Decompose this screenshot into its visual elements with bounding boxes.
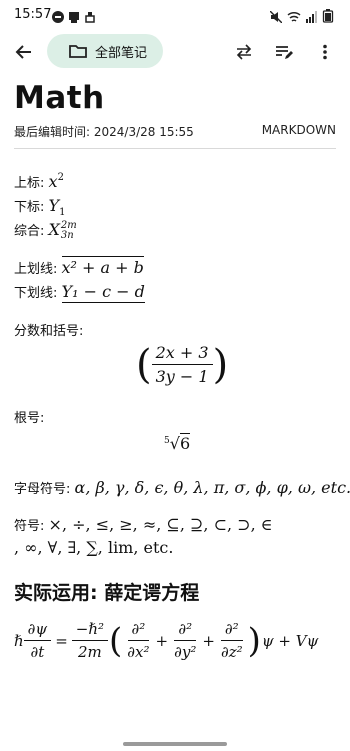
greek-expr: α, β, γ, δ, ϵ, θ, λ, π, σ, ϕ, φ, ω, etc. — [74, 478, 350, 497]
edit-list-icon — [276, 46, 293, 59]
note-title[interactable]: Math — [14, 80, 105, 116]
gesture-bar[interactable] — [123, 742, 227, 746]
overline-label: 上划线: — [14, 262, 58, 277]
section-heading: 实际运用: 薛定谔方程 — [14, 582, 200, 604]
folder-icon — [69, 45, 87, 58]
symbol-expr-1: ×, ÷, ≤, ≥, ≈, ⊆, ⊇, ⊂, ⊃, ∈ — [48, 515, 273, 534]
format-button[interactable] — [266, 34, 302, 70]
greek-line: 字母符号: α, β, γ, δ, ϵ, θ, λ, π, σ, ϕ, φ, ω… — [14, 478, 350, 497]
superscript-label: 上标: — [14, 176, 45, 191]
app-notification-icon — [68, 8, 80, 27]
symbol-line: 符号: ×, ÷, ≤, ≥, ≈, ⊆, ⊇, ⊂, ⊃, ∈ — [14, 515, 273, 534]
overline-line: 上划线: x² + a + b — [14, 256, 144, 277]
symbol-label: 符号: — [14, 519, 45, 534]
divider — [14, 148, 336, 149]
signal-icon — [306, 8, 318, 27]
overline-expr: x² + a + b — [61, 256, 144, 277]
back-button[interactable] — [5, 34, 41, 70]
root-expr: 5√6 — [164, 433, 191, 453]
mute-icon — [269, 8, 283, 27]
swap-icon — [236, 44, 252, 60]
more-menu-button[interactable] — [307, 34, 343, 70]
underline-expr: Y₁ − c − d — [61, 282, 145, 303]
combined-line: 综合: X 2m 3n — [14, 220, 77, 241]
fraction-label: 分数和括号: — [14, 324, 84, 339]
status-time: 15:57 — [14, 7, 52, 22]
root-label: 根号: — [14, 411, 45, 426]
fraction-expr: ( 2x + 3 3y − 1 ) — [136, 341, 229, 388]
subscript-label: 下标: — [14, 200, 45, 215]
arrow-left-icon — [15, 45, 31, 59]
underline-line: 下划线: Y₁ − c − d — [14, 282, 145, 303]
status-bar: 15:57 — [0, 0, 350, 30]
superscript-expr: x2 — [48, 172, 64, 191]
folder-selector-chip[interactable]: 全部笔记 — [47, 34, 163, 68]
greek-label: 字母符号: — [14, 482, 71, 497]
combined-label: 综合: — [14, 224, 45, 239]
more-vertical-icon — [323, 44, 327, 60]
last-edited: 最后编辑时间: 2024/3/28 15:55 — [14, 123, 194, 140]
usb-icon — [84, 8, 96, 27]
format-label[interactable]: MARKDOWN — [262, 123, 336, 137]
notification-icon — [52, 8, 64, 27]
underline-label: 下划线: — [14, 286, 58, 301]
last-edited-label: 最后编辑时间: — [14, 125, 91, 139]
subscript-line: 下标: Y1 — [14, 196, 66, 218]
battery-icon — [322, 8, 334, 27]
schrodinger-equation: ℏ ∂ψ ∂t = −ℏ² 2m ( ∂² ∂x² + ∂² ∂y² + ∂² ∂z² )… — [14, 620, 319, 661]
superscript-line: 上标: x2 — [14, 172, 64, 191]
combined-expr: X 2m 3n — [48, 219, 77, 241]
subscript-expr: Y1 — [48, 196, 66, 218]
last-edited-time: 2024/3/28 15:55 — [93, 125, 194, 139]
symbol-expr-2: , ∞, ∀, ∃, ∑, lim, etc. — [14, 538, 174, 557]
swap-button[interactable] — [226, 34, 262, 70]
symbol-line-2: , ∞, ∀, ∃, ∑, lim, etc. — [14, 538, 173, 557]
wifi-icon — [287, 8, 301, 27]
folder-label: 全部笔记 — [95, 45, 148, 61]
